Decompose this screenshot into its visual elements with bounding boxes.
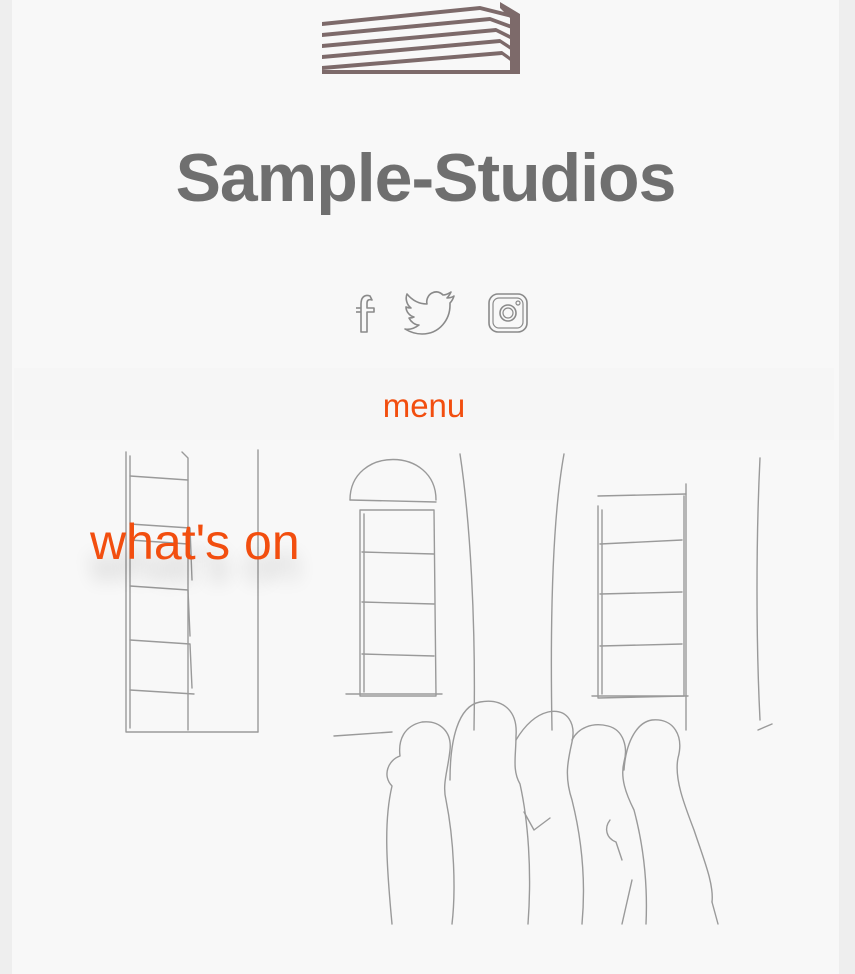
menu-button[interactable]: menu [383, 388, 466, 424]
whats-on-link[interactable]: what's on [90, 512, 300, 572]
facebook-icon[interactable] [350, 288, 382, 336]
menu-bar: menu [14, 368, 834, 440]
social-links [350, 288, 540, 338]
site-title: Sample-Studios [175, 140, 677, 216]
site-logo[interactable] [320, 0, 522, 76]
page: Sample-Studios menu what's on [12, 0, 839, 974]
twitter-icon[interactable] [404, 288, 458, 336]
instagram-icon[interactable] [486, 288, 530, 336]
